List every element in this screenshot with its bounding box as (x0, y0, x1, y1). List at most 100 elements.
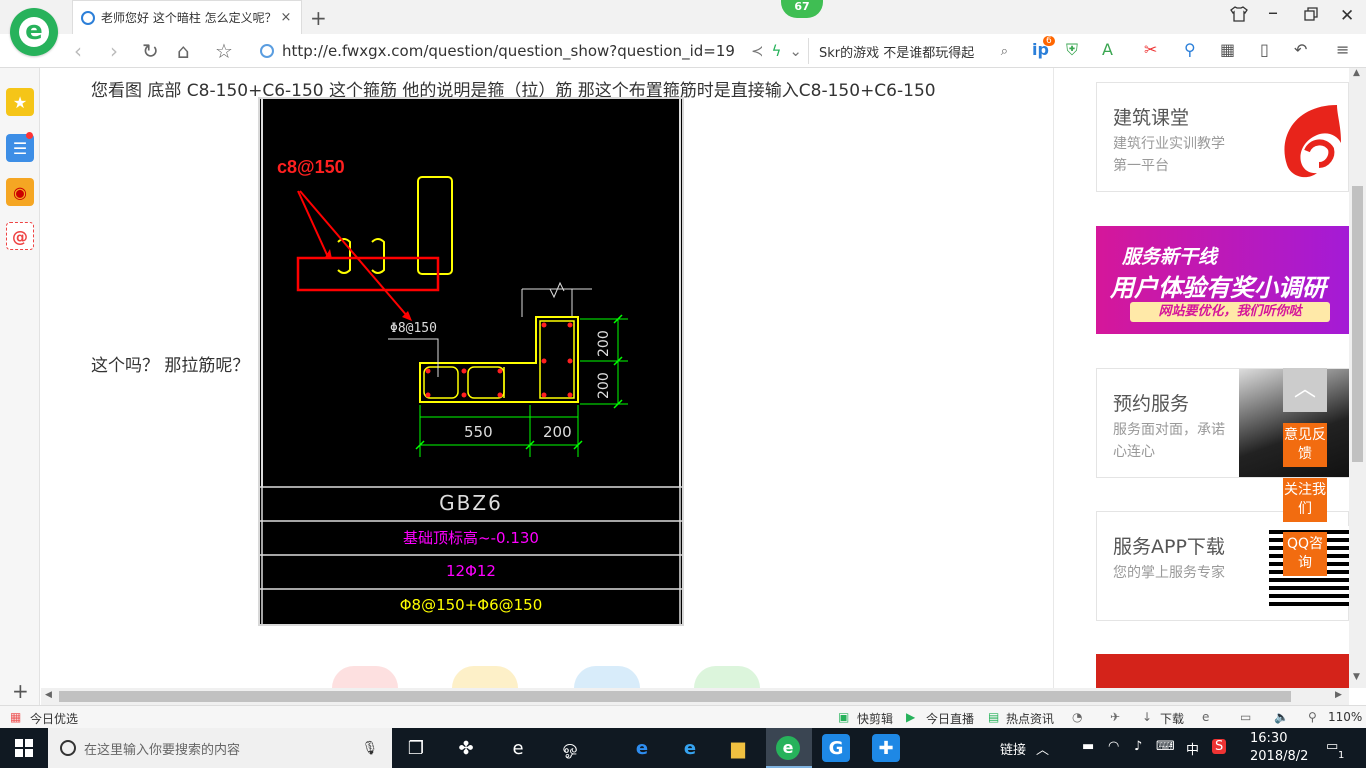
zoom-icon[interactable]: ⚲ (1308, 710, 1317, 724)
window-icon[interactable]: ▭ (1240, 710, 1251, 724)
home-icon[interactable]: ⌂ (177, 39, 190, 63)
plus-app-icon[interactable]: ✚ (872, 734, 900, 762)
back-to-top-button[interactable]: ︿ (1283, 368, 1327, 412)
address-text[interactable]: http://e.fwxgx.com/question/question_sho… (282, 42, 745, 60)
notification-center-icon[interactable]: ▭ (1326, 739, 1338, 754)
live-play-icon[interactable]: ▶ (906, 710, 915, 724)
horizontal-scrollbar[interactable]: ◀ ▶ (41, 688, 1349, 705)
volume-icon[interactable]: 🔈 (1274, 710, 1289, 724)
zoom-level[interactable]: 110% (1328, 710, 1362, 724)
weibo-icon[interactable]: ◉ (6, 178, 34, 206)
address-bar[interactable]: http://e.fwxgx.com/question/question_sho… (260, 38, 802, 64)
swirl-app-icon[interactable]: ஓ (556, 734, 584, 762)
reading-mode-icon[interactable]: ▯ (1260, 40, 1269, 59)
undo-icon[interactable]: ↶ (1294, 40, 1307, 59)
minimize-icon[interactable]: – (1268, 0, 1278, 24)
scissors-icon[interactable]: ✂ (1144, 40, 1157, 59)
windows-start-icon[interactable] (10, 734, 38, 762)
hot-news-link[interactable]: 热点资讯 (1006, 710, 1054, 727)
survey-banner[interactable]: 服务新干线 用户体验有奖小调研 网站要优化，我们听你哒 (1096, 226, 1349, 334)
edge-old-icon[interactable]: e (504, 734, 532, 762)
back-icon[interactable]: ‹ (74, 39, 82, 63)
speed-gauge-icon[interactable]: ◔ (1072, 710, 1082, 724)
browser-tab[interactable]: 老师您好 这个暗柱 怎么定义呢？ × (72, 0, 302, 34)
follow-us-button[interactable]: 关注我们 (1283, 478, 1327, 522)
sogou-ime-icon[interactable]: S (1212, 739, 1227, 754)
browser-logo-icon[interactable]: e (10, 8, 58, 56)
notification-badge[interactable]: 67 (781, 0, 823, 18)
speed-icon[interactable]: ϟ (772, 42, 782, 60)
file-explorer-icon[interactable]: ▆ (724, 734, 752, 762)
magnifier-icon[interactable]: ⚲ (1184, 40, 1196, 59)
bottom-red-banner[interactable] (1096, 654, 1349, 688)
taskbar-search[interactable]: 在这里输入你要搜索的内容 🎙 (48, 728, 392, 768)
gift-icon[interactable]: ▦ (10, 710, 21, 724)
email-icon[interactable]: @ (6, 222, 34, 250)
today-live-link[interactable]: 今日直播 (926, 710, 974, 727)
cortana-icon (60, 740, 76, 756)
pinwheel-app-icon[interactable]: ✤ (452, 734, 480, 762)
share-circle-yellow[interactable] (452, 666, 518, 688)
vertical-scroll-thumb[interactable] (1352, 186, 1363, 462)
feedback-button[interactable]: 意见反馈 (1283, 423, 1327, 467)
qq-consult-button[interactable]: QQ咨询 (1283, 532, 1327, 576)
download-icon[interactable]: ↓ (1142, 710, 1152, 724)
add-sidebar-icon[interactable]: + (12, 679, 29, 703)
today-picks-link[interactable]: 今日优选 (30, 710, 78, 727)
search-icon[interactable]: ⌕ (1001, 44, 1008, 59)
menu-icon[interactable]: ≡ (1336, 40, 1349, 59)
network-icon[interactable]: ◠ (1108, 739, 1119, 754)
share-circle-blue[interactable] (574, 666, 640, 688)
close-window-icon[interactable]: ✕ (1340, 6, 1354, 26)
translate-icon[interactable]: A (1102, 40, 1113, 59)
restore-icon[interactable] (1304, 6, 1318, 25)
new-tab-button[interactable]: + (310, 6, 327, 30)
internet-explorer-icon[interactable]: e (676, 734, 704, 762)
clock-date[interactable]: 2018/8/2 (1250, 749, 1308, 764)
vertical-scrollbar[interactable]: ▲ ▼ (1349, 68, 1366, 688)
taskbar-search-placeholder[interactable]: 在这里输入你要搜索的内容 (84, 739, 240, 758)
apps-grid-icon[interactable]: ▦ (1220, 40, 1235, 59)
search-box[interactable]: Skr的游戏 不是谁都玩得起 ⌕ (808, 38, 1008, 64)
download-link[interactable]: 下载 (1160, 710, 1184, 727)
link-label[interactable]: 链接 (1000, 739, 1026, 758)
share-circle-pink[interactable] (332, 666, 398, 688)
horizontal-scroll-thumb[interactable] (59, 691, 1291, 702)
task-view-icon[interactable]: ❐ (402, 734, 430, 762)
scroll-down-icon[interactable]: ▼ (1353, 672, 1360, 682)
clock-time[interactable]: 16:30 (1250, 731, 1287, 746)
chevron-down-icon[interactable]: ⌄ (789, 42, 802, 60)
ime-indicator[interactable]: 中 (1186, 739, 1199, 758)
pin-icon[interactable]: ✈ (1110, 710, 1120, 724)
tab-close-icon[interactable]: × (279, 10, 293, 25)
touch-keyboard-icon[interactable]: ⌨ (1156, 739, 1175, 754)
shirt-skin-icon[interactable] (1230, 6, 1248, 26)
table-longitudinal-bars: 12Φ12 (446, 562, 496, 580)
scroll-left-icon[interactable]: ◀ (45, 690, 52, 700)
refresh-icon[interactable]: ↻ (142, 39, 159, 63)
scroll-right-icon[interactable]: ▶ (1335, 690, 1342, 700)
active-taskbar-app[interactable]: e (766, 728, 812, 768)
speaker-icon[interactable]: ♪ (1134, 739, 1142, 754)
g-app-icon[interactable]: G (822, 734, 850, 762)
keyboard-layout-icon[interactable]: ▬ (1082, 739, 1094, 754)
microphone-icon[interactable]: 🎙 (361, 741, 378, 756)
status-bar: ▦ 今日优选 ▣ 快剪辑 ▶ 今日直播 ▤ 热点资讯 ◔ ✈ ↓ 下载 e ▭ … (0, 705, 1366, 728)
shield-icon[interactable]: ⛨ (1066, 40, 1078, 60)
tray-chevron-icon[interactable]: ︿ (1036, 739, 1049, 758)
taskbar: 在这里输入你要搜索的内容 🎙 ❐ ✤ e ஓ e e ▆ e G ✚ 链接 ︿ … (0, 728, 1366, 768)
edge-browser-icon[interactable]: e (628, 734, 656, 762)
bookmark-star-icon[interactable]: ☆ (215, 39, 233, 63)
site-info-icon[interactable] (260, 44, 274, 58)
card-building-class[interactable]: 建筑课堂 建筑行业实训教学第一平台 (1096, 82, 1349, 192)
news-icon[interactable]: ▤ (988, 710, 999, 724)
scroll-up-icon[interactable]: ▲ (1353, 68, 1360, 78)
ie-mode-icon[interactable]: e (1202, 710, 1209, 724)
kuaijianji-link[interactable]: 快剪辑 (857, 710, 893, 727)
favorites-star-icon[interactable]: ★ (6, 88, 34, 116)
share-circle-green[interactable] (694, 666, 760, 688)
share-icon[interactable]: ≺ (751, 42, 764, 60)
search-text[interactable]: Skr的游戏 不是谁都玩得起 (819, 42, 1001, 61)
clip-icon[interactable]: ▣ (838, 710, 849, 724)
forward-icon[interactable]: › (110, 39, 118, 63)
